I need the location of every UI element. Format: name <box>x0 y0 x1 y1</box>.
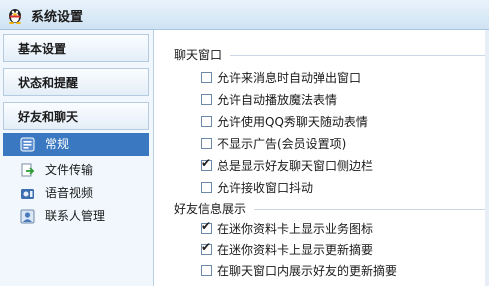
title-bar: 系统设置 <box>0 0 489 30</box>
sidebar-item-label: 文件传输 <box>45 163 94 177</box>
option-label: 在迷你资料卡上显示业务图标 <box>217 222 374 236</box>
file-transfer-icon <box>21 163 35 177</box>
checkbox[interactable] <box>201 116 212 127</box>
settings-sidebar: 基本设置 状态和提醒 好友和聊天 常规 文件传输 语音视频 联系人管理 <box>0 30 154 286</box>
group-divider <box>254 209 485 210</box>
group-divider <box>230 55 485 56</box>
sidebar-item-voice-video[interactable]: 语音视频 <box>3 182 149 205</box>
scrollbar[interactable] <box>485 30 489 286</box>
checkbox[interactable] <box>201 94 212 105</box>
friend-info-group-title: 好友信息展示 <box>174 202 247 216</box>
check-mark-icon: ✔ <box>201 240 212 254</box>
section-friends-chat[interactable]: 好友和聊天 <box>3 102 149 130</box>
checkbox[interactable] <box>201 182 212 193</box>
chat-window-group-title: 聊天窗口 <box>174 48 223 62</box>
option-label: 允许来消息时自动弹出窗口 <box>217 71 362 85</box>
settings-icon <box>20 137 35 152</box>
voice-video-icon <box>21 189 34 199</box>
settings-content: 聊天窗口 允许来消息时自动弹出窗口 允许自动播放魔法表情允许使用QQ秀聊天随动表情… <box>154 30 489 286</box>
option-label: 不显示广告(会员设置项) <box>217 137 347 151</box>
checkbox[interactable]: ✔ <box>201 219 212 234</box>
option-label: 在迷你资料卡上显示更新摘要 <box>217 243 374 257</box>
checkbox[interactable] <box>201 138 212 149</box>
option-label: 允许自动播放魔法表情 <box>217 93 338 107</box>
option-label: 允许使用QQ秀聊天随动表情 <box>217 115 368 129</box>
checkbox[interactable]: ✔ <box>201 240 212 255</box>
sidebar-item-contacts[interactable]: 联系人管理 <box>3 205 149 228</box>
checkbox[interactable]: ✔ <box>201 156 212 171</box>
checkbox[interactable] <box>201 72 212 83</box>
sidebar-item-label: 联系人管理 <box>45 209 106 223</box>
sidebar-item-file-transfer[interactable]: 文件传输 <box>3 159 149 182</box>
check-mark-icon: ✔ <box>201 219 212 233</box>
section-status-reminder[interactable]: 状态和提醒 <box>3 68 149 96</box>
option-label: 在聊天窗口内展示好友的更新摘要 <box>217 264 398 278</box>
contacts-icon <box>20 209 35 224</box>
option-label: 允许接收窗口抖动 <box>217 181 314 195</box>
checkbox[interactable] <box>201 265 212 276</box>
check-mark-icon: ✔ <box>201 156 212 170</box>
sidebar-item-label: 常规 <box>45 137 70 151</box>
window-title: 系统设置 <box>31 10 84 25</box>
option-label: 总是显示好友聊天窗口侧边栏 <box>217 159 374 173</box>
section-basic-settings[interactable]: 基本设置 <box>3 34 149 62</box>
qq-penguin-icon <box>9 9 21 24</box>
sidebar-item-label: 语音视频 <box>45 186 94 200</box>
sidebar-item-general[interactable]: 常规 <box>3 133 149 156</box>
